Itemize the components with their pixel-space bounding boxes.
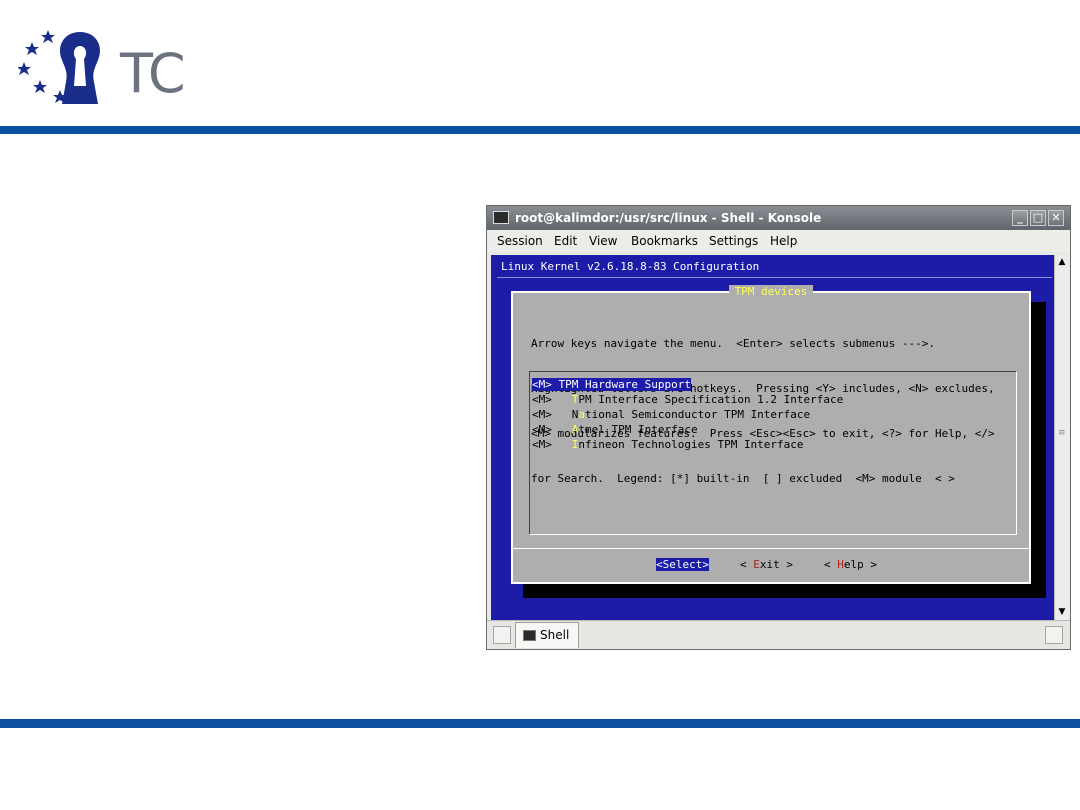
close-session-icon[interactable]	[1045, 626, 1063, 644]
list-item[interactable]: <M> Atmel TPM Interface	[532, 422, 698, 437]
menu-view[interactable]: View	[589, 230, 617, 252]
vertical-scrollbar[interactable]: ▲ ≡ ▼	[1054, 255, 1069, 620]
maximize-button[interactable]: □	[1030, 210, 1046, 226]
list-item[interactable]: <M> Infineon Technologies TPM Interface	[532, 437, 804, 452]
menu-settings[interactable]: Settings	[709, 230, 758, 252]
footer-rule	[0, 719, 1080, 728]
list-item[interactable]: <M> TPM Interface Specification 1.2 Inte…	[532, 392, 843, 407]
new-session-icon[interactable]	[493, 626, 511, 644]
logo-text: TC	[120, 42, 186, 105]
window-title: root@kalimdor:/usr/src/linux - Shell - K…	[515, 211, 822, 225]
exit-button[interactable]: < Exit >	[740, 558, 793, 571]
tc-logo: TC	[17, 24, 193, 109]
menu-edit[interactable]: Edit	[554, 230, 577, 252]
button-divider	[513, 548, 1029, 549]
list-item[interactable]: <M> National Semiconductor TPM Interface	[532, 407, 810, 422]
header-divider	[497, 277, 1052, 278]
config-header: Linux Kernel v2.6.18.8-83 Configuration	[501, 260, 760, 273]
button-row: <Select> < Exit > < Help >	[513, 558, 1029, 620]
tab-label: Shell	[540, 628, 570, 642]
scroll-grip-icon[interactable]: ≡	[1058, 429, 1066, 438]
menu-bar: Session Edit View Bookmarks Settings Hel…	[487, 230, 1070, 252]
terminal-icon	[493, 211, 509, 224]
terminal-area[interactable]: Linux Kernel v2.6.18.8-83 Configuration …	[491, 255, 1054, 620]
keyhole-stars-icon	[17, 30, 100, 104]
scroll-up-arrow-icon[interactable]: ▲	[1055, 255, 1069, 269]
menu-session[interactable]: Session	[497, 230, 543, 252]
tab-bar: Shell	[487, 620, 1070, 649]
dialog-title: TPM devices	[513, 285, 1029, 298]
scroll-down-arrow-icon[interactable]: ▼	[1055, 605, 1069, 619]
menu-help[interactable]: Help	[770, 230, 797, 252]
konsole-window: root@kalimdor:/usr/src/linux - Shell - K…	[486, 205, 1071, 650]
terminal-icon	[523, 630, 536, 641]
menuconfig-dialog: TPM devices Arrow keys navigate the menu…	[511, 285, 1031, 584]
list-item[interactable]: <M> TPM Hardware Support	[532, 377, 691, 392]
window-titlebar[interactable]: root@kalimdor:/usr/src/linux - Shell - K…	[487, 206, 1070, 230]
tab-shell[interactable]: Shell	[515, 622, 579, 648]
options-list: <M> TPM Hardware Support <M> TPM Interfa…	[529, 371, 1017, 535]
select-button[interactable]: <Select>	[656, 558, 709, 571]
menu-bookmarks[interactable]: Bookmarks	[631, 230, 698, 252]
minimize-button[interactable]: _	[1012, 210, 1028, 226]
close-button[interactable]: ✕	[1048, 210, 1064, 226]
help-button[interactable]: < Help >	[824, 558, 877, 571]
header-rule	[0, 126, 1080, 134]
